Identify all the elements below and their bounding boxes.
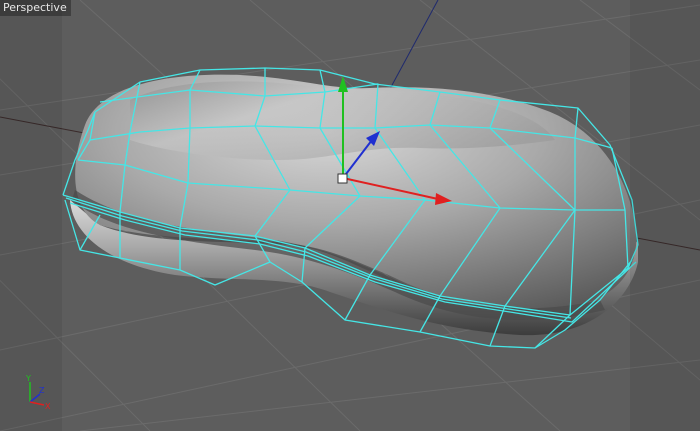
viewport-view-label[interactable]: Perspective (0, 0, 71, 16)
tripod-x-label: X (45, 402, 51, 411)
viewport-scene (0, 0, 700, 431)
perspective-viewport[interactable]: Perspective Y Z X (0, 0, 700, 431)
viewport-shade-right (630, 0, 700, 431)
viewport-shade-left (0, 0, 62, 431)
tripod-y-label: Y (25, 374, 31, 383)
world-axis-tripod: Y Z X (25, 374, 51, 411)
tripod-z-label: Z (39, 386, 45, 395)
